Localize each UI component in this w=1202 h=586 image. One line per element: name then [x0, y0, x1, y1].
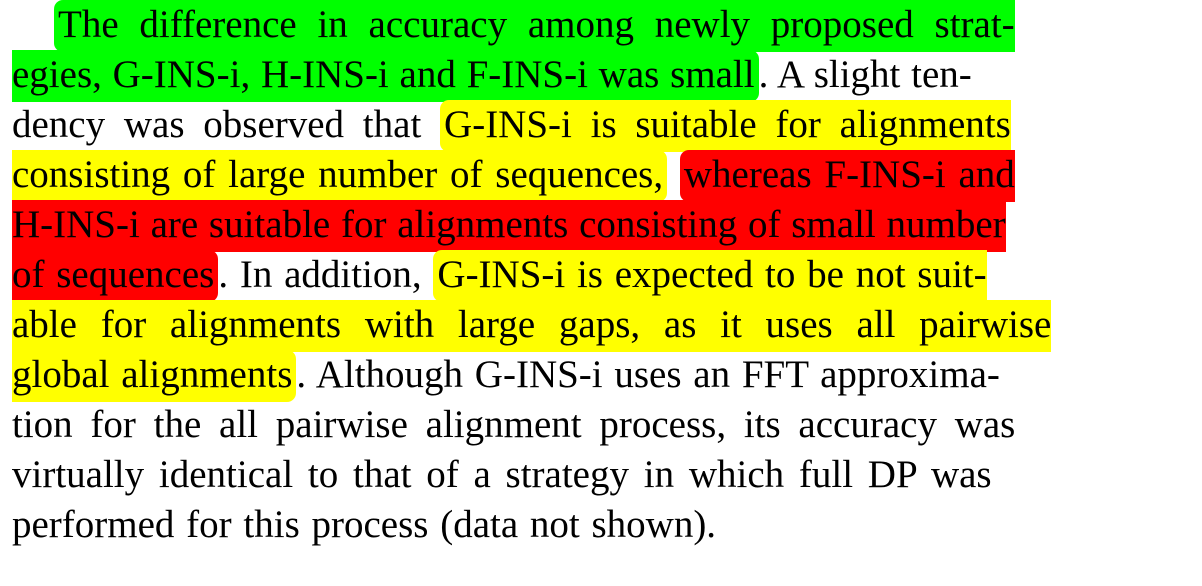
plain-text-run: performed for this process (data not sho… — [12, 503, 717, 546]
highlight-red: H-INS-i are suitable for alignments cons… — [12, 200, 1006, 252]
text-line: tion for the all pairwise alignment proc… — [12, 400, 1167, 450]
highlight-yellow: consisting of large number of sequences, — [12, 150, 668, 202]
text-line: H-INS-i are suitable for alignments cons… — [12, 200, 1167, 252]
plain-text-run: . In addition, — [218, 253, 434, 296]
text-line: The difference in accuracy among newly p… — [12, 0, 1167, 52]
highlight-green: egies, G-INS-i, H-INS-i and F-INS-i was … — [12, 50, 759, 102]
highlight-yellow: global alignments — [12, 350, 297, 402]
plain-text-run: . A slight ten- — [758, 53, 972, 96]
highlight-red: of sequences — [12, 250, 219, 302]
highlight-yellow: able for alignments with large gaps, as … — [12, 300, 1052, 352]
plain-text-run: tion for the all pairwise alignment proc… — [12, 403, 1016, 446]
plain-text-run — [667, 153, 680, 196]
plain-text-run: virtually identical to that of a strateg… — [12, 453, 992, 496]
highlighted-paragraph: The difference in accuracy among newly p… — [12, 0, 1167, 550]
document-page: The difference in accuracy among newly p… — [0, 0, 1202, 586]
text-line: dency was observed that G-INS-i is suita… — [12, 100, 1167, 152]
text-line: of sequences. In addition, G-INS-i is ex… — [12, 250, 1167, 302]
text-line: global alignments. Although G-INS-i uses… — [12, 350, 1167, 402]
text-line: virtually identical to that of a strateg… — [12, 450, 1167, 500]
plain-text-run: . Although G-INS-i uses an FFT approxima… — [296, 353, 1000, 396]
highlight-red: whereas F-INS-i and — [679, 150, 1015, 202]
highlight-yellow: G-INS-i is suitable for alignments — [440, 100, 1011, 152]
plain-text-run: dency was observed that — [12, 103, 441, 146]
highlight-yellow: G-INS-i is expected to be not suit- — [433, 250, 987, 302]
highlight-green: The difference in accuracy among newly p… — [54, 0, 1015, 52]
text-line: performed for this process (data not sho… — [12, 500, 1167, 550]
text-line: able for alignments with large gaps, as … — [12, 300, 1167, 352]
text-line: consisting of large number of sequences,… — [12, 150, 1167, 202]
text-line: egies, G-INS-i, H-INS-i and F-INS-i was … — [12, 50, 1167, 102]
